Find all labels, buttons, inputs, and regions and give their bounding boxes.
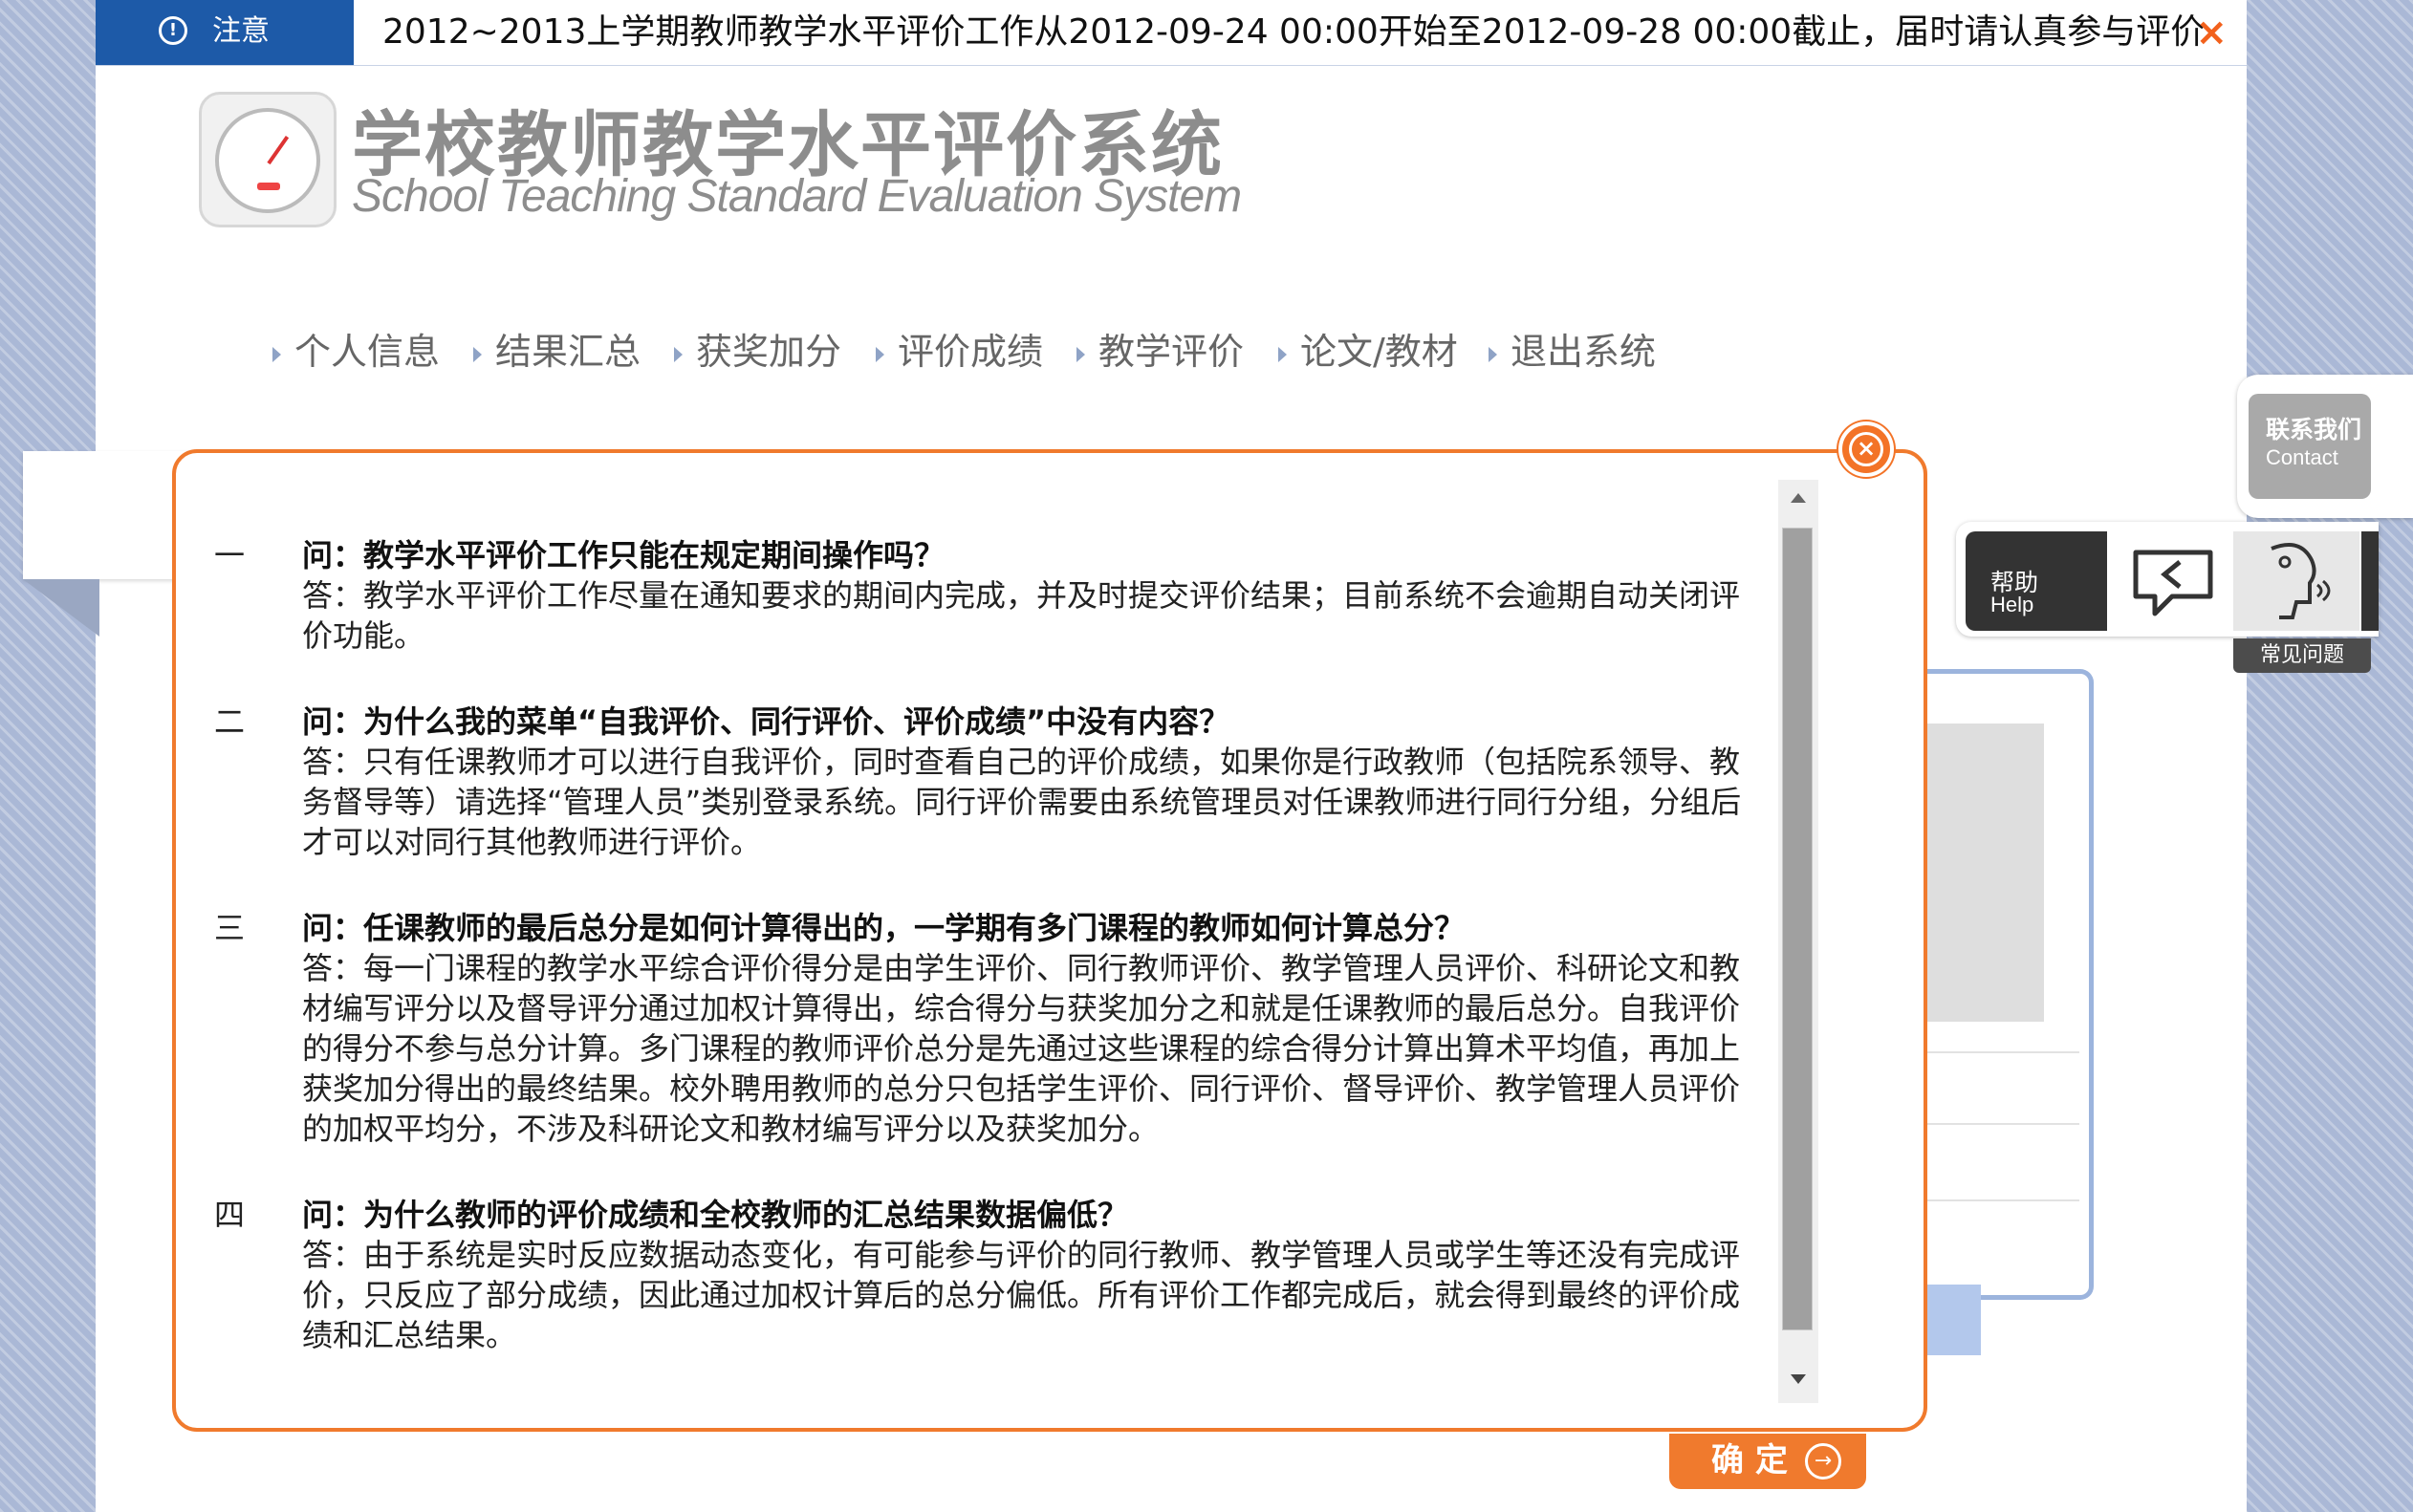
- logo-gauge-icon: [199, 92, 337, 227]
- confirm-button[interactable]: 确定 →: [1669, 1434, 1866, 1489]
- notice-label: 注意: [212, 14, 270, 48]
- modal-close-button[interactable]: ×: [1838, 421, 1894, 477]
- modal-scrollbar[interactable]: [1778, 480, 1818, 1403]
- confirm-label: 确定: [1711, 1441, 1799, 1480]
- nav-item-result-summary[interactable]: 结果汇总: [473, 325, 641, 378]
- divider: [1902, 1199, 2079, 1201]
- faq-number: 四: [214, 1197, 246, 1233]
- nav-arrow-icon: [876, 346, 884, 362]
- faq-question: 问：为什么教师的评价成绩和全校教师的汇总结果数据偏低？: [302, 1197, 1129, 1233]
- faq-item: 二 问：为什么我的菜单“自我评价、同行评价、评价成绩”中没有内容？ 答：只有任课…: [214, 702, 1753, 862]
- nav-arrow-icon: [674, 346, 683, 362]
- app-title-en: School Teaching Standard Evaluation Syst…: [352, 171, 1242, 222]
- close-icon: ×: [1849, 432, 1883, 466]
- faq-number: 三: [214, 910, 246, 946]
- nav-item-personal-info[interactable]: 个人信息: [272, 325, 440, 378]
- divider: [1902, 1123, 2079, 1125]
- nav-item-teaching-evaluation[interactable]: 教学评价: [1076, 325, 1244, 378]
- nav-item-evaluation-scores[interactable]: 评价成绩: [876, 325, 1043, 378]
- nav-arrow-icon: [1489, 346, 1497, 362]
- divider: [1902, 1051, 2079, 1053]
- faq-item: 三 问：任课教师的最后总分是如何计算得出的，一学期有多门课程的教师如何计算总分？…: [214, 908, 1753, 1149]
- faq-question: 问：为什么我的菜单“自我评价、同行评价、评价成绩”中没有内容？: [302, 703, 1230, 740]
- faq-item: 四 问：为什么教师的评价成绩和全校教师的汇总结果数据偏低？ 答：由于系统是实时反…: [214, 1195, 1753, 1355]
- faq-question: 问：任课教师的最后总分是如何计算得出的，一学期有多门课程的教师如何计算总分？: [302, 910, 1466, 946]
- faq-answer: 答：教学水平评价工作尽量在通知要求的期间内完成，并及时提交评价结果；目前系统不会…: [302, 577, 1741, 654]
- faq-answer: 答：只有任课教师才可以进行自我评价，同时查看自己的评价成绩，如果你是行政教师（包…: [302, 744, 1742, 860]
- faq-label: 常见问题: [2233, 638, 2371, 673]
- notice-text: 2012~2013上学期教师教学水平评价工作从2012-09-24 00:00开…: [382, 12, 2206, 52]
- faq-answer: 答：每一门课程的教学水平综合评价得分是由学生评价、同行教师评价、教学管理人员评价…: [302, 950, 1741, 1147]
- arrow-right-circle-icon: →: [1805, 1443, 1841, 1480]
- feedback-bubble-icon[interactable]: [2126, 539, 2222, 625]
- faq-answer: 答：由于系统是实时反应数据动态变化，有可能参与评价的同行教师、教学管理人员或学生…: [302, 1237, 1741, 1353]
- nav-arrow-icon: [272, 346, 281, 362]
- notice-close-icon[interactable]: ×: [2195, 0, 2228, 65]
- nav-item-award-bonus[interactable]: 获奖加分: [674, 325, 841, 378]
- faq-number: 一: [214, 537, 246, 573]
- left-side-tab-fold: [23, 579, 99, 637]
- info-icon: !: [159, 16, 187, 45]
- scroll-down-arrow-icon[interactable]: [1791, 1374, 1806, 1384]
- scroll-up-arrow-icon[interactable]: [1791, 493, 1806, 503]
- help-widget-edge: [2361, 531, 2379, 631]
- help-widget: 帮助 Help: [1956, 522, 2379, 637]
- faq-item: 一 问：教学水平评价工作只能在规定期间操作吗？ 答：教学水平评价工作尽量在通知要…: [214, 535, 1753, 656]
- contact-widget: 联系我们 Contact: [2237, 375, 2413, 518]
- faq-head-icon[interactable]: [2233, 531, 2359, 631]
- faq-number: 二: [214, 703, 246, 740]
- nav-arrow-icon: [1278, 346, 1287, 362]
- scroll-thumb[interactable]: [1782, 528, 1813, 1330]
- faq-modal: 一 问：教学水平评价工作只能在规定期间操作吗？ 答：教学水平评价工作尽量在通知要…: [172, 449, 1927, 1432]
- contact-label-cn: 联系我们: [2266, 416, 2362, 443]
- nav-arrow-icon: [473, 346, 482, 362]
- nav-item-logout[interactable]: 退出系统: [1489, 325, 1656, 378]
- notice-bar: ! 注意 2012~2013上学期教师教学水平评价工作从2012-09-24 0…: [96, 0, 2247, 66]
- help-button[interactable]: 帮助 Help: [1966, 531, 2107, 631]
- notice-label-box: ! 注意: [96, 0, 354, 65]
- contact-button[interactable]: 联系我们 Contact: [2249, 394, 2371, 499]
- help-label-en: Help: [1990, 593, 2034, 616]
- faq-list: 一 问：教学水平评价工作只能在规定期间操作吗？ 答：教学水平评价工作尽量在通知要…: [214, 535, 1753, 1401]
- faq-question: 问：教学水平评价工作只能在规定期间操作吗？: [302, 537, 946, 573]
- contact-label-en: Contact: [2266, 445, 2338, 469]
- nav-item-papers-textbooks[interactable]: 论文/教材: [1278, 325, 1458, 378]
- nav-arrow-icon: [1076, 346, 1085, 362]
